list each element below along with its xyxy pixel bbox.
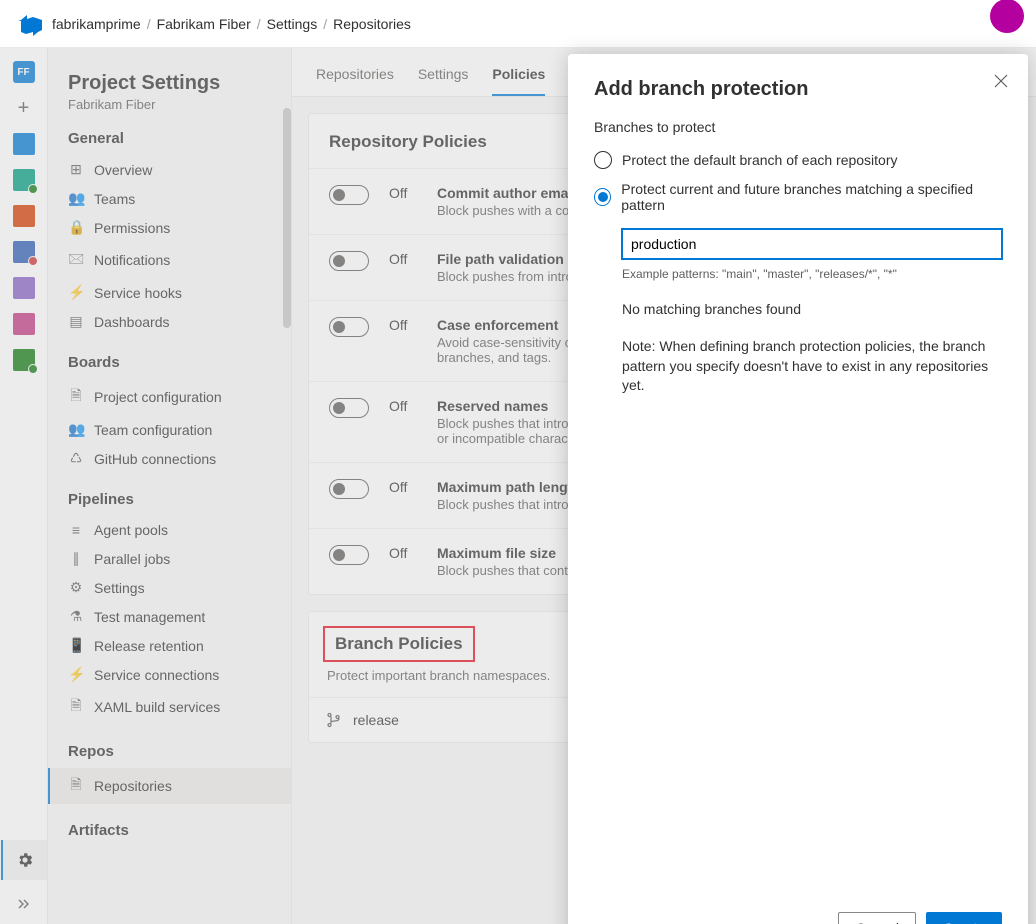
crumb-repos[interactable]: Repositories bbox=[333, 16, 411, 32]
radio-protect-default[interactable]: Protect the default branch of each repos… bbox=[594, 151, 1002, 169]
no-match-message: No matching branches found bbox=[622, 301, 1002, 317]
radio-icon bbox=[594, 151, 612, 169]
crumb-project[interactable]: Fabrikam Fiber bbox=[157, 16, 251, 32]
breadcrumb: fabrikamprime/ Fabrikam Fiber/ Settings/… bbox=[52, 16, 411, 32]
create-button[interactable]: Create bbox=[926, 912, 1002, 924]
add-branch-protection-dialog: Add branch protection Branches to protec… bbox=[568, 54, 1028, 924]
branch-pattern-input[interactable] bbox=[622, 229, 1002, 259]
radio-label: Protect current and future branches matc… bbox=[621, 181, 1002, 213]
branches-to-protect-label: Branches to protect bbox=[594, 119, 1002, 135]
radio-label: Protect the default branch of each repos… bbox=[622, 152, 898, 168]
close-icon[interactable] bbox=[994, 74, 1008, 88]
avatar[interactable] bbox=[990, 0, 1024, 33]
azure-devops-logo-icon[interactable] bbox=[18, 12, 42, 36]
crumb-org[interactable]: fabrikamprime bbox=[52, 16, 141, 32]
radio-icon bbox=[594, 188, 611, 206]
pattern-hint: Example patterns: "main", "master", "rel… bbox=[622, 267, 1002, 281]
top-bar: fabrikamprime/ Fabrikam Fiber/ Settings/… bbox=[0, 0, 1036, 48]
cancel-button[interactable]: Cancel bbox=[838, 912, 916, 924]
note-text: Note: When defining branch protection po… bbox=[622, 337, 1002, 396]
dialog-title: Add branch protection bbox=[594, 78, 1002, 101]
radio-protect-pattern[interactable]: Protect current and future branches matc… bbox=[594, 181, 1002, 213]
crumb-settings[interactable]: Settings bbox=[267, 16, 318, 32]
